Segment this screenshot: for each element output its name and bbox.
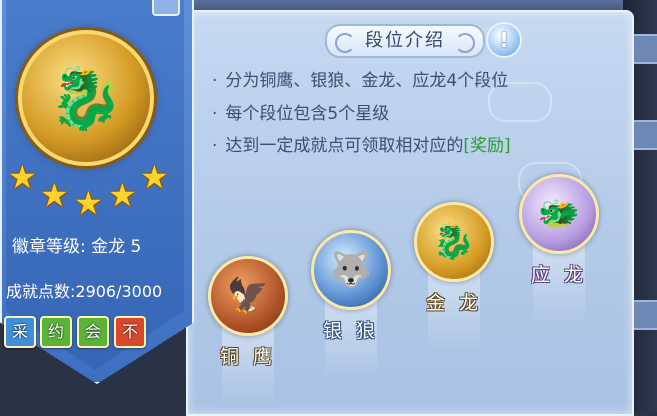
rank-winged-dragon[interactable]: 🐲 应 龙 bbox=[519, 174, 599, 324]
wolf-icon: 🐺 bbox=[311, 230, 391, 310]
eagle-icon: 🦅 bbox=[208, 256, 288, 336]
section-title-text: 段位介绍 bbox=[365, 30, 445, 51]
rank-silver-wolf[interactable]: 🐺 银 狼 bbox=[311, 230, 391, 380]
star-icon: ★ bbox=[140, 158, 169, 196]
toolbar-button-1[interactable]: 采 bbox=[4, 316, 36, 348]
toolbar-button-4[interactable]: 不 bbox=[114, 316, 146, 348]
rank-bronze-eagle[interactable]: 🦅 铜 鹰 bbox=[208, 256, 288, 406]
rank-label: 应 龙 bbox=[530, 264, 588, 286]
banner-tab[interactable] bbox=[152, 0, 180, 16]
dragon-icon: 🐉 bbox=[414, 202, 494, 282]
star-icon: ★ bbox=[8, 158, 37, 196]
section-title: 段位介绍 bbox=[325, 24, 485, 58]
badge-level-text: 徽章等级: 金龙 5 bbox=[12, 237, 142, 257]
star-icon: ★ bbox=[40, 176, 69, 214]
bullet: · bbox=[212, 136, 218, 156]
swirl-ornament bbox=[335, 33, 355, 53]
winged-dragon-icon: 🐲 bbox=[519, 174, 599, 254]
swirl-ornament bbox=[455, 33, 475, 53]
rank-gold-dragon[interactable]: 🐉 金 龙 bbox=[414, 202, 494, 352]
star-icon: ★ bbox=[74, 184, 103, 222]
desc-line-1: · 分为铜鹰、银狼、金龙、应龙4个段位 bbox=[212, 71, 509, 91]
reward-link[interactable]: [奖励] bbox=[463, 136, 510, 156]
rank-label: 金 龙 bbox=[425, 292, 483, 314]
bullet: · bbox=[212, 104, 218, 124]
star-icon: ★ bbox=[108, 176, 137, 214]
achievement-points-text: 成就点数:2906/3000 bbox=[6, 282, 163, 301]
desc-line-3: · 达到一定成就点可领取相对应的[奖励] bbox=[212, 136, 511, 156]
rank-label: 铜 鹰 bbox=[219, 346, 277, 368]
toolbar-button-3[interactable]: 会 bbox=[77, 316, 109, 348]
bullet: · bbox=[212, 71, 218, 91]
info-icon[interactable]: ! bbox=[486, 22, 522, 58]
gold-dragon-badge-icon: 🐉 bbox=[18, 30, 154, 166]
desc-line-2: · 每个段位包含5个星级 bbox=[212, 104, 390, 124]
rank-label: 银 狼 bbox=[322, 320, 380, 342]
toolbar-button-2[interactable]: 约 bbox=[40, 316, 72, 348]
